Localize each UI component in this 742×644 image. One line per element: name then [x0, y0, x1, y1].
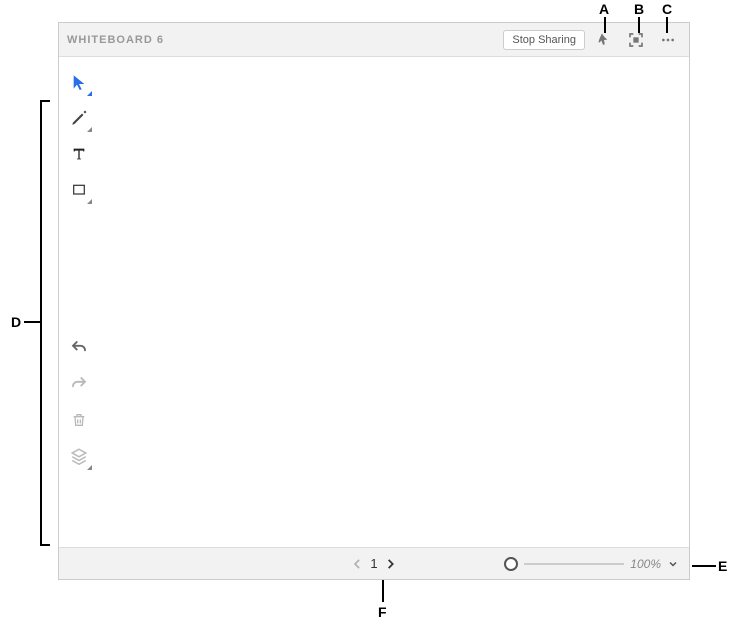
pen-tool[interactable]: [64, 101, 94, 135]
delete-button[interactable]: [64, 403, 94, 437]
prev-page-button[interactable]: [350, 557, 364, 571]
body-area: [59, 57, 689, 547]
zoom-slider-track[interactable]: [524, 563, 624, 565]
lead-d-bot: [40, 544, 50, 546]
whiteboard-canvas[interactable]: [99, 57, 689, 547]
callout-f: F: [378, 604, 387, 620]
zoom-menu-caret-icon[interactable]: [667, 558, 679, 570]
callout-a: A: [599, 1, 609, 17]
shape-tool[interactable]: [64, 173, 94, 207]
zoom-control: 100%: [504, 557, 679, 571]
lead-a: [604, 17, 606, 33]
lead-f: [382, 580, 384, 602]
select-tool[interactable]: [64, 65, 94, 99]
callout-e: E: [718, 558, 727, 574]
fullscreen-icon[interactable]: [623, 27, 649, 53]
layers-button[interactable]: [64, 439, 94, 473]
lead-d-top: [40, 100, 50, 102]
lead-d-h: [24, 321, 40, 323]
undo-button[interactable]: [64, 331, 94, 365]
lead-d-v: [40, 100, 42, 545]
stop-sharing-button[interactable]: Stop Sharing: [503, 30, 585, 50]
lead-e: [692, 565, 716, 567]
footer-bar: 1 100%: [59, 547, 689, 579]
window-title: WHITEBOARD 6: [67, 34, 503, 46]
lead-b: [638, 17, 640, 33]
header-actions: Stop Sharing: [503, 27, 681, 53]
zoom-level-label: 100%: [630, 557, 661, 571]
whiteboard-window: WHITEBOARD 6 Stop Sharing: [58, 22, 690, 580]
tool-palette: [59, 57, 99, 547]
more-options-icon[interactable]: [655, 27, 681, 53]
zoom-slider-handle[interactable]: [504, 557, 518, 571]
header-bar: WHITEBOARD 6 Stop Sharing: [59, 23, 689, 57]
callout-b: B: [634, 1, 644, 17]
callout-d: D: [11, 314, 21, 330]
callout-c: C: [662, 1, 672, 17]
lead-c: [666, 17, 668, 33]
page-number: 1: [370, 556, 377, 571]
text-tool[interactable]: [64, 137, 94, 171]
redo-button[interactable]: [64, 367, 94, 401]
next-page-button[interactable]: [384, 557, 398, 571]
page-navigation: 1: [350, 556, 397, 571]
